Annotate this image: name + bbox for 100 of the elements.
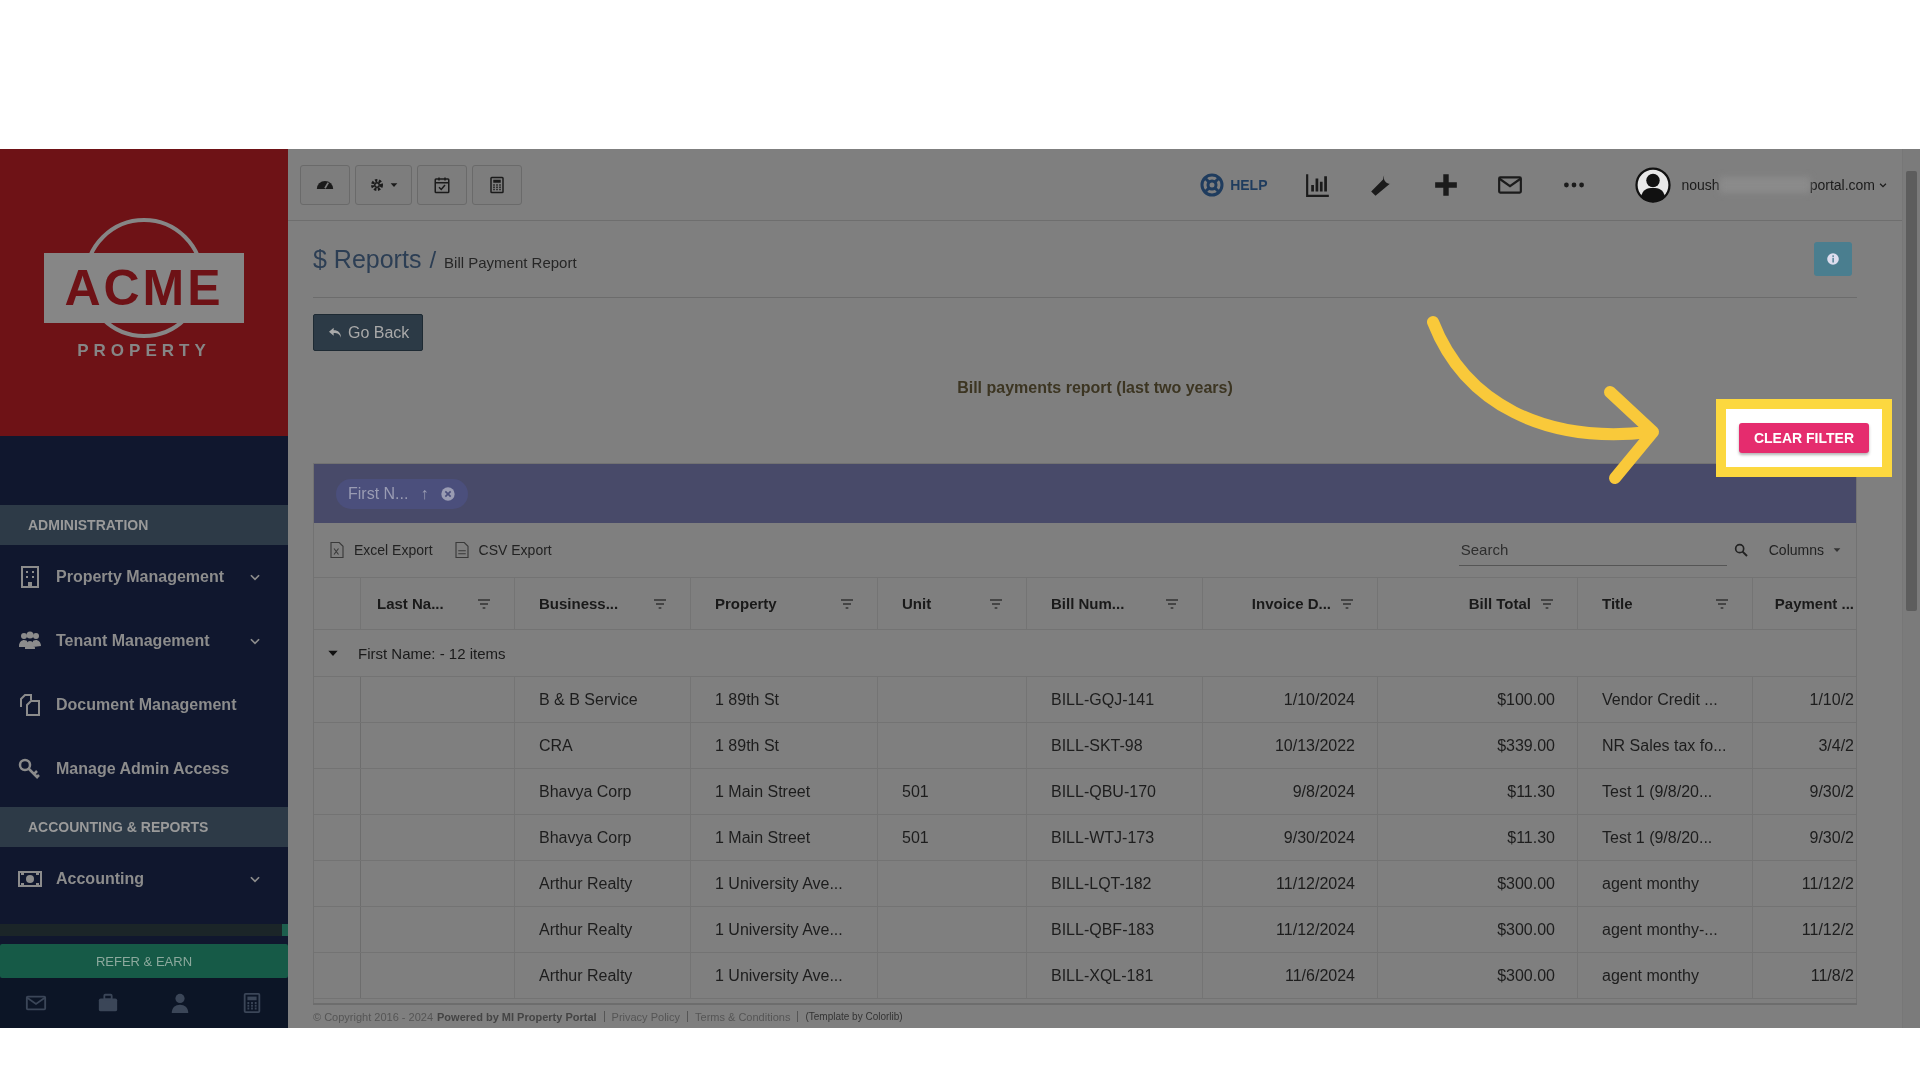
table-cell: 501 <box>902 782 929 801</box>
column-header[interactable]: Bill Total <box>1378 578 1578 629</box>
table-cell: Arthur Realty <box>539 920 633 939</box>
group-label: First Name: - 12 items <box>358 644 506 662</box>
table-cell: 1/10/2024 <box>1283 690 1355 709</box>
table-cell: Bhavya Corp <box>539 828 632 847</box>
clear-filter-button[interactable]: CLEAR FILTER <box>1738 423 1870 453</box>
table-cell: 1 University Ave... <box>715 966 843 985</box>
table-cell: $11.30 <box>1507 782 1555 801</box>
lifebuoy-icon <box>1200 172 1225 197</box>
breadcrumb-separator: / <box>429 245 437 274</box>
spreadsheet-icon <box>328 541 346 559</box>
table-cell: $11.30 <box>1507 828 1555 847</box>
toolbar-button[interactable] <box>472 164 522 205</box>
sidebar-item[interactable]: Tenant Management <box>0 609 288 673</box>
breadcrumb-link[interactable]: $ Reports <box>313 244 422 274</box>
table-cell: 1 89th St <box>715 736 780 755</box>
table-cell: 11/6/2024 <box>1285 966 1355 985</box>
scroll-thumb[interactable] <box>1906 171 1917 611</box>
column-header[interactable]: Last Na... <box>353 578 515 629</box>
column-header[interactable]: Unit <box>878 578 1027 629</box>
sidebar-item[interactable]: Document Management <box>0 673 288 737</box>
sort-arrow[interactable]: ↑ <box>420 484 429 503</box>
table-cell: B & B Service <box>539 690 638 709</box>
table-cell: BILL-XQL-181 <box>1051 966 1154 985</box>
table-cell: 11/12/2024 <box>1276 920 1355 939</box>
file-icon <box>452 541 471 559</box>
toolbar-button[interactable] <box>355 164 412 205</box>
group-chip[interactable]: First N... ↑ <box>336 478 469 509</box>
table-cell: 1 89th St <box>715 690 780 709</box>
table-cell: $300.00 <box>1497 920 1555 939</box>
user-icon[interactable] <box>169 992 191 1014</box>
table-cell: 1/10/2 <box>1809 690 1854 709</box>
table-cell: Test 1 (9/8/20... <box>1602 782 1713 801</box>
table-cell: 9/30/2 <box>1809 782 1854 801</box>
table-cell: 9/30/2 <box>1809 828 1854 847</box>
table-cell: agent monthy-... <box>1602 920 1718 939</box>
table-cell: $100.00 <box>1497 690 1555 709</box>
table-cell: Arthur Realty <box>539 874 633 893</box>
calculator-icon <box>488 175 506 194</box>
search-icon <box>1732 542 1749 558</box>
table-cell: BILL-QBF-183 <box>1051 920 1155 939</box>
table-cell: 11/12/2 <box>1801 874 1854 893</box>
table-cell: Test 1 (9/8/20... <box>1602 828 1713 847</box>
table-cell: 1 University Ave... <box>715 874 843 893</box>
table-cell: CRA <box>539 736 573 755</box>
sidebar-item[interactable]: Property Management <box>0 545 288 609</box>
export-button[interactable]: Excel Export <box>328 541 433 559</box>
column-header[interactable]: Title <box>1578 578 1753 629</box>
refer-button[interactable]: REFER & EARN <box>0 944 288 978</box>
sidebar-item[interactable]: Manage Admin Access <box>0 737 288 801</box>
table-cell: Arthur Realty <box>539 966 633 985</box>
table-cell: $300.00 <box>1497 874 1555 893</box>
columns-button[interactable]: Columns <box>1768 542 1842 558</box>
calculator-icon[interactable] <box>241 992 263 1014</box>
go-back-button[interactable]: Go Back <box>313 314 424 351</box>
info-icon <box>1826 252 1840 266</box>
column-header[interactable]: Invoice D... <box>1203 578 1378 629</box>
page-title: Bill Payment Report <box>444 253 577 271</box>
plus-icon[interactable] <box>1433 171 1460 198</box>
briefcase-icon[interactable] <box>97 992 119 1014</box>
table-cell: NR Sales tax fo... <box>1602 736 1727 755</box>
calendar-icon <box>433 175 451 194</box>
table-cell: BILL-GQJ-141 <box>1051 690 1155 709</box>
column-header[interactable]: Business... <box>515 578 691 629</box>
user-email[interactable]: noush <box>1681 176 1720 193</box>
bar-chart-icon[interactable] <box>1305 171 1332 198</box>
powered-by-text: Powered by MI Property Portal <box>437 1010 597 1023</box>
table-cell: 9/30/2024 <box>1283 828 1355 847</box>
toolbar-button[interactable] <box>417 164 467 205</box>
scrollbar[interactable] <box>1902 149 1920 1028</box>
template-credit: (Template by Colorlib) <box>805 1011 903 1022</box>
user-email[interactable]: portal.com <box>1809 176 1875 193</box>
column-header[interactable]: Payment ... <box>1753 578 1856 629</box>
table-cell: Vendor Credit ... <box>1602 690 1718 709</box>
table-cell: agent monthy <box>1602 966 1699 985</box>
table-cell: 3/4/2 <box>1818 736 1854 755</box>
key-icon <box>18 757 42 781</box>
sidebar-item[interactable]: Accounting <box>0 847 288 911</box>
table-cell: BILL-WTJ-173 <box>1051 828 1155 847</box>
table-cell: 11/12/2024 <box>1276 874 1355 893</box>
report-title: Bill payments report (last two years) <box>957 379 1233 397</box>
export-button[interactable]: CSV Export <box>452 541 552 559</box>
table-cell: 1 Main Street <box>715 828 811 847</box>
documents-icon <box>18 693 42 717</box>
table-cell: 11/8/2 <box>1810 966 1854 985</box>
table-cell: BILL-QBU-170 <box>1051 782 1156 801</box>
search-field[interactable]: Search <box>1458 534 1727 566</box>
table-cell: 9/8/2024 <box>1292 782 1355 801</box>
column-header[interactable]: Property <box>691 578 878 629</box>
table-cell: Bhavya Corp <box>539 782 632 801</box>
table-cell: 501 <box>902 828 929 847</box>
section-header: ADMINISTRATION <box>0 505 288 545</box>
toolbar-button[interactable] <box>300 164 350 205</box>
help-button[interactable]: HELP <box>1200 172 1268 197</box>
column-header[interactable]: Bill Num... <box>1027 578 1203 629</box>
close-icon <box>440 485 457 502</box>
info-button[interactable] <box>1814 242 1852 276</box>
caret-icon <box>1832 545 1842 555</box>
logo: ACME PROPERTY <box>44 217 244 368</box>
